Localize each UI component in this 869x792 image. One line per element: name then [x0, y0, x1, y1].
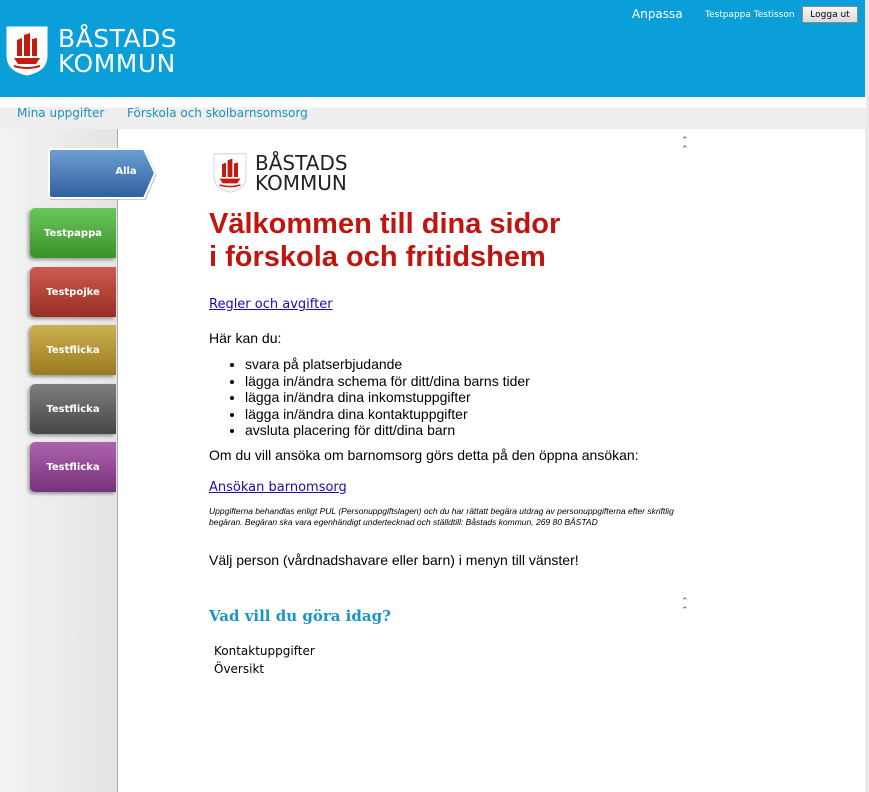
site-header: BÅSTADS KOMMUN Anpassa Testpappa Testiss…	[0, 0, 866, 97]
nav-item-my-details[interactable]: Mina uppgifter	[17, 106, 104, 120]
tab-label: Testflicka	[46, 344, 100, 356]
action-overview[interactable]: Översikt	[214, 662, 264, 676]
features-list: svara på platserbjudande lägga in/ändra …	[209, 356, 530, 439]
user-name: Testpappa Testisson	[705, 10, 795, 20]
list-item: lägga in/ändra dina kontaktuppgifter	[245, 406, 530, 423]
list-item: svara på platserbjudande	[245, 356, 530, 373]
logo-line1: BÅSTADS	[58, 24, 178, 53]
double-chevron-up-icon[interactable]: ⌃ ⌃	[681, 598, 689, 616]
tab-testflicka-2[interactable]: Testflicka	[30, 384, 116, 434]
apply-link[interactable]: Ansökan barnomsorg	[209, 480, 347, 495]
intro-text: Här kan du:	[209, 330, 282, 346]
title-line2: i förskola och fritidshem	[209, 241, 546, 273]
tab-testflicka-1[interactable]: Testflicka	[30, 325, 116, 375]
main-nav: Mina uppgifter Förskola och skolbarnsoms…	[0, 97, 866, 129]
tab-testpojke[interactable]: Testpojke	[30, 267, 116, 317]
content-logo-line1: BÅSTADS	[255, 151, 348, 175]
title-line1: Välkommen till dina sidor	[209, 208, 561, 240]
tab-label: Testflicka	[46, 461, 100, 473]
content-logo-line2: KOMMUN	[255, 171, 347, 195]
page-title: Välkommen till dina sidor i förskola och…	[209, 208, 560, 274]
logo-line2: KOMMUN	[58, 49, 176, 78]
ship-crest-icon	[6, 26, 48, 76]
tab-testpappa[interactable]: Testpappa	[30, 208, 116, 258]
list-item: avsluta placering för ditt/dina barn	[245, 422, 530, 439]
customize-link[interactable]: Anpassa	[632, 7, 683, 21]
rules-link[interactable]: Regler och avgifter	[209, 297, 333, 312]
tab-testflicka-3[interactable]: Testflicka	[30, 442, 116, 492]
action-contact-details[interactable]: Kontaktuppgifter	[214, 644, 315, 658]
tab-label: Testpojke	[46, 286, 100, 298]
logout-button[interactable]: Logga ut	[802, 6, 858, 23]
legal-notice: Uppgifterna behandlas enligt PUL (Person…	[209, 506, 674, 527]
ship-crest-icon	[213, 153, 247, 193]
apply-text: Om du vill ansöka om barnomsorg görs det…	[209, 447, 639, 463]
section-title: Vad vill du göra idag?	[209, 607, 391, 625]
tab-all-label: Alla	[115, 166, 137, 177]
nav-item-preschool[interactable]: Förskola och skolbarnsomsorg	[127, 106, 308, 120]
double-chevron-up-icon[interactable]: ⌃ ⌃	[681, 137, 689, 155]
content-logo: BÅSTADS KOMMUN	[213, 153, 348, 193]
choose-person-text: Välj person (vårdnadshavare eller barn) …	[209, 552, 579, 568]
list-item: lägga in/ändra schema för ditt/dina barn…	[245, 373, 530, 390]
header-logo[interactable]: BÅSTADS KOMMUN	[6, 26, 177, 76]
list-item: lägga in/ändra dina inkomstuppgifter	[245, 389, 530, 406]
tab-label: Testpappa	[44, 227, 102, 239]
tab-label: Testflicka	[46, 403, 100, 415]
tab-all[interactable]: Alla	[46, 148, 158, 202]
